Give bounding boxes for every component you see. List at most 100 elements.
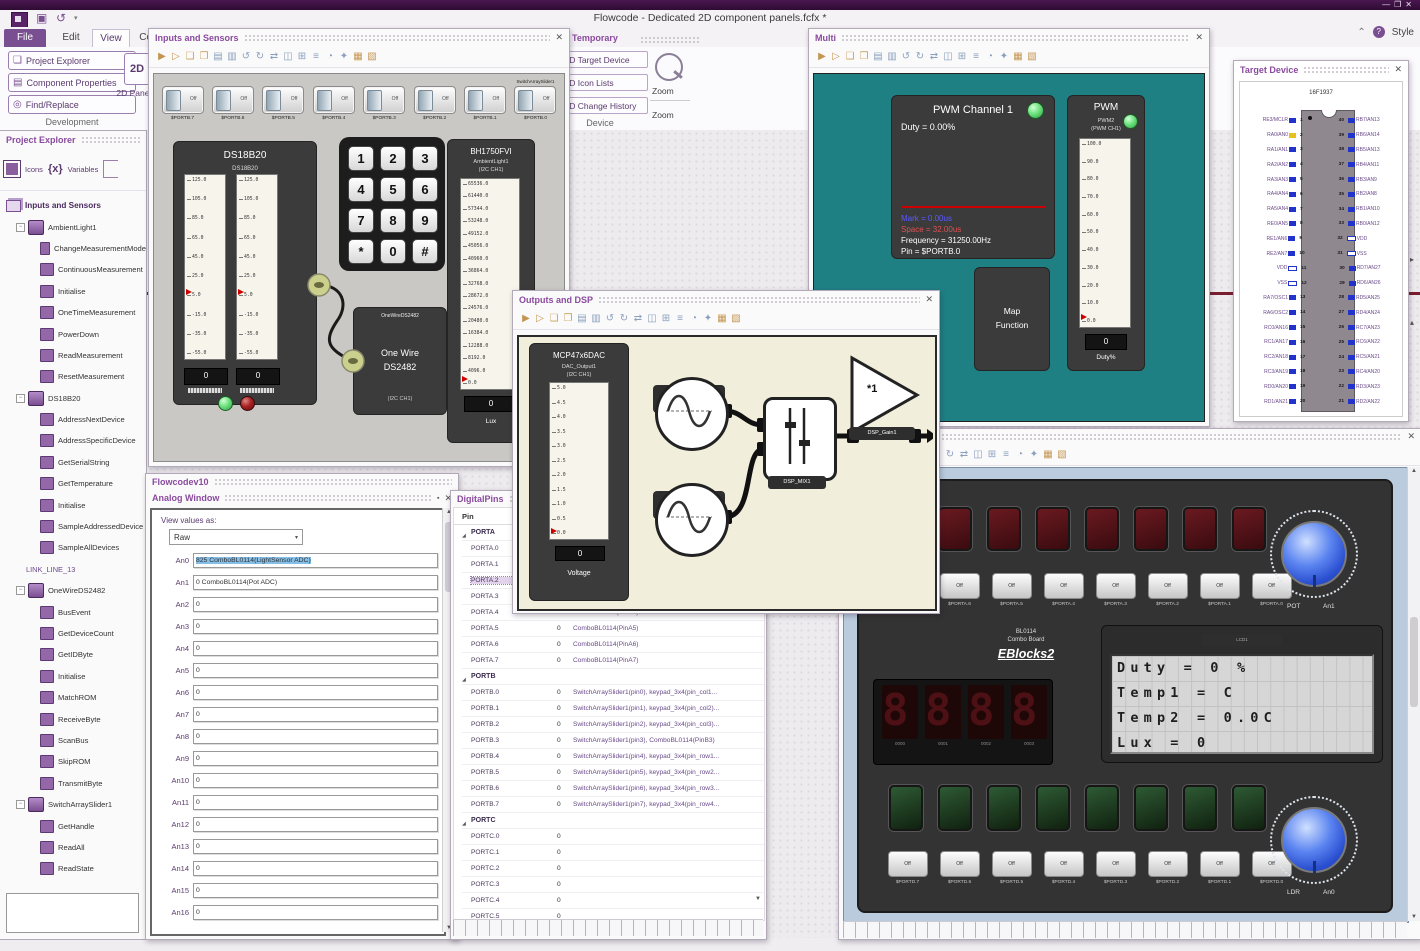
panel-toolbar-icon[interactable]: ⊞ xyxy=(985,448,999,462)
tree-item[interactable]: ReadMeasurement xyxy=(0,345,146,366)
chip-pin-row[interactable]: RC2/AN18 17 24 RC5/AN21 xyxy=(1242,350,1402,365)
panel-toolbar-icon[interactable]: ▧ xyxy=(1055,448,1069,462)
tree-item[interactable]: ReadState xyxy=(0,858,146,879)
digital-pin-row[interactable]: PORTB.4 0 SwitchArraySlider1(pin4), keyp… xyxy=(462,749,764,765)
analog-value-field[interactable]: 0 xyxy=(193,772,438,788)
panel-toolbar-icon[interactable]: ≡ xyxy=(999,448,1013,462)
panel-toolbar-icon[interactable]: ◔ xyxy=(1013,448,1027,462)
board-switch-button[interactable]: Off xyxy=(991,573,1032,599)
panel-toolbar-icon[interactable]: ▥ xyxy=(225,50,239,64)
tree-item[interactable]: MatchROM xyxy=(0,687,146,708)
analog-value-field[interactable]: 0 xyxy=(193,750,438,766)
analog-value-field[interactable]: 0 xyxy=(193,794,438,810)
panel-toolbar-icon[interactable]: ▷ xyxy=(169,50,183,64)
board-switch-button[interactable]: Off xyxy=(1147,573,1188,599)
panel-toolbar-icon[interactable]: ⊞ xyxy=(955,50,969,64)
tree-item[interactable]: PowerDown xyxy=(0,323,146,344)
chip-pin-row[interactable]: RA6/OSC2 14 27 RD4/AN24 xyxy=(1242,305,1402,320)
digital-pin-row[interactable]: PORTC xyxy=(462,813,764,829)
board-switch-button[interactable]: Off xyxy=(887,851,928,877)
tree-item[interactable]: ContinuousMeasurement xyxy=(0,259,146,280)
analog-value-field[interactable]: 0 xyxy=(193,596,438,612)
tree-item[interactable]: AddressNextDevice xyxy=(0,409,146,430)
close-icon[interactable]: ✕ xyxy=(1394,64,1402,75)
panel-toolbar-icon[interactable]: ↺ xyxy=(899,50,913,64)
chip-pin-row[interactable]: RD0/AN20 19 22 RD3/AN23 xyxy=(1242,379,1402,394)
chip-pin-row[interactable]: RA7/OSC1 13 28 RD5/AN25 xyxy=(1242,291,1402,306)
tree-item[interactable]: Inputs and Sensors xyxy=(0,195,146,216)
chip-pin-row[interactable]: RE0/AN5 8 33 RB0/AN12 xyxy=(1242,217,1402,232)
panel-toolbar-icon[interactable]: ⇄ xyxy=(957,448,971,462)
map-function-component[interactable]: Map Function xyxy=(974,267,1050,371)
close-icon[interactable]: ✕ xyxy=(1195,32,1203,43)
pwm-slider-component[interactable]: PWM PWM2 (PWM CH1) 100.0 90.0 80.0 70.0 60.0… xyxy=(1067,95,1145,371)
digital-pin-row[interactable]: PORTC.3 0 xyxy=(462,877,764,893)
chip-pin-row[interactable]: RA0/AN0 2 39 RB6/AN14 xyxy=(1242,128,1402,143)
tree-item[interactable]: GetTemperature xyxy=(0,473,146,494)
digital-pin-row[interactable]: PORTB.0 0 SwitchArraySlider1(pin0), keyp… xyxy=(462,685,764,701)
chip-pin-row[interactable]: RC0/AN16 15 26 RC7/AN23 xyxy=(1242,320,1402,335)
dsp-wave1-component[interactable] xyxy=(655,377,729,451)
tree-item[interactable]: GetDeviceCount xyxy=(0,623,146,644)
analog-value-field[interactable]: 0 xyxy=(193,816,438,832)
close-icon[interactable]: ✕ xyxy=(1407,431,1415,442)
analog-value-field[interactable]: 0 ComboBL0114(Pot ADC) xyxy=(193,574,438,590)
variables-tab-label[interactable]: Variables xyxy=(68,165,99,174)
panel-toolbar-icon[interactable]: ✦ xyxy=(997,50,1011,64)
chip-pin-row[interactable]: VSS 12 29 RD6/AN26 xyxy=(1242,276,1402,291)
close-icon[interactable]: ✕ xyxy=(925,294,933,305)
chip-pin-row[interactable]: RA2/AN2 4 37 RB4/AN11 xyxy=(1242,157,1402,172)
analog-value-field[interactable]: 0 xyxy=(193,838,438,854)
tree-item[interactable]: ResetMeasurement xyxy=(0,366,146,387)
panel-toolbar-icon[interactable]: ✦ xyxy=(1027,448,1041,462)
panel-toolbar-icon[interactable]: ❏ xyxy=(183,50,197,64)
tree-item[interactable]: BusEvent xyxy=(0,601,146,622)
panel-toolbar-icon[interactable]: ❏ xyxy=(547,312,561,326)
tree-item[interactable]: SampleAddressedDevice xyxy=(0,516,146,537)
panel-toolbar-icon[interactable]: ▧ xyxy=(365,50,379,64)
chip-pin-row[interactable]: RE1/AN6 9 32 VDD xyxy=(1242,231,1402,246)
tree-item[interactable]: AddressSpecificDevice xyxy=(0,430,146,451)
panel-toolbar-icon[interactable]: ▦ xyxy=(1011,50,1025,64)
panel-toolbar-icon[interactable]: ⇄ xyxy=(631,312,645,326)
scroll-down-icon[interactable]: ▼ xyxy=(755,896,761,902)
panel-toolbar-icon[interactable]: ✦ xyxy=(701,312,715,326)
panel-toolbar-icon[interactable]: ▶ xyxy=(519,312,533,326)
panel-toolbar-icon[interactable]: ↻ xyxy=(253,50,267,64)
tree-item[interactable]: Initialise xyxy=(0,494,146,515)
dock-collapse-icon[interactable]: ▴ xyxy=(1410,318,1414,327)
board-switch-button[interactable]: Off xyxy=(939,573,980,599)
panel-toolbar-icon[interactable]: ❐ xyxy=(561,312,575,326)
panel-toolbar-icon[interactable]: ▤ xyxy=(211,50,225,64)
board-switch-button[interactable]: Off xyxy=(939,851,980,877)
panel-toolbar-icon[interactable]: ▥ xyxy=(885,50,899,64)
chip-pin-row[interactable]: VDD 11 30 RD7/AN27 xyxy=(1242,261,1402,276)
zoom-in-label[interactable]: Zoom xyxy=(652,86,674,96)
board-switch-button[interactable]: Off xyxy=(1043,573,1084,599)
tree-item[interactable]: LINK_LINE_13 xyxy=(0,559,146,580)
digital-pin-row[interactable]: PORTA.7 0 ComboBL0114(PinA7) xyxy=(462,653,764,669)
panel-toolbar-icon[interactable]: ↻ xyxy=(913,50,927,64)
digital-pin-row[interactable]: PORTB.6 0 SwitchArraySlider1(pin6), keyp… xyxy=(462,781,764,797)
panel-toolbar-icon[interactable]: ▷ xyxy=(533,312,547,326)
dsp-mix-component[interactable]: DSP_MIX1 xyxy=(763,397,837,489)
tree-item[interactable]: ReadAll xyxy=(0,837,146,858)
ribbon-collapse-icon[interactable]: ⌃ xyxy=(1357,27,1365,38)
panel-toolbar-icon[interactable]: ▦ xyxy=(715,312,729,326)
vertical-scrollbar[interactable]: ▲ ▼ xyxy=(1407,467,1420,921)
panel-toolbar-icon[interactable]: ⇄ xyxy=(267,50,281,64)
dsp-wave2-component[interactable] xyxy=(655,483,729,557)
digital-pin-row[interactable]: PORTC.1 0 xyxy=(462,845,764,861)
analog-value-field[interactable]: 0 xyxy=(193,728,438,744)
tab-view[interactable]: View xyxy=(92,29,130,49)
panel-toolbar-icon[interactable]: ▧ xyxy=(729,312,743,326)
tree-item[interactable]: Initialise xyxy=(0,666,146,687)
icons-tab-label[interactable]: Icons xyxy=(25,165,43,174)
board-switch-button[interactable]: Off xyxy=(1199,851,1240,877)
board-switch-button[interactable]: Off xyxy=(1095,851,1136,877)
macros-grid-icon[interactable] xyxy=(3,160,21,178)
pwm-channel1-component[interactable]: PWM Channel 1 Duty = 0.00% Mark = 0.00us… xyxy=(891,95,1055,259)
digital-pin-row[interactable]: PORTB xyxy=(462,669,764,685)
tree-item[interactable]: ChangeMeasurementMode xyxy=(0,238,146,259)
board-switch-button[interactable]: Off xyxy=(1095,573,1136,599)
